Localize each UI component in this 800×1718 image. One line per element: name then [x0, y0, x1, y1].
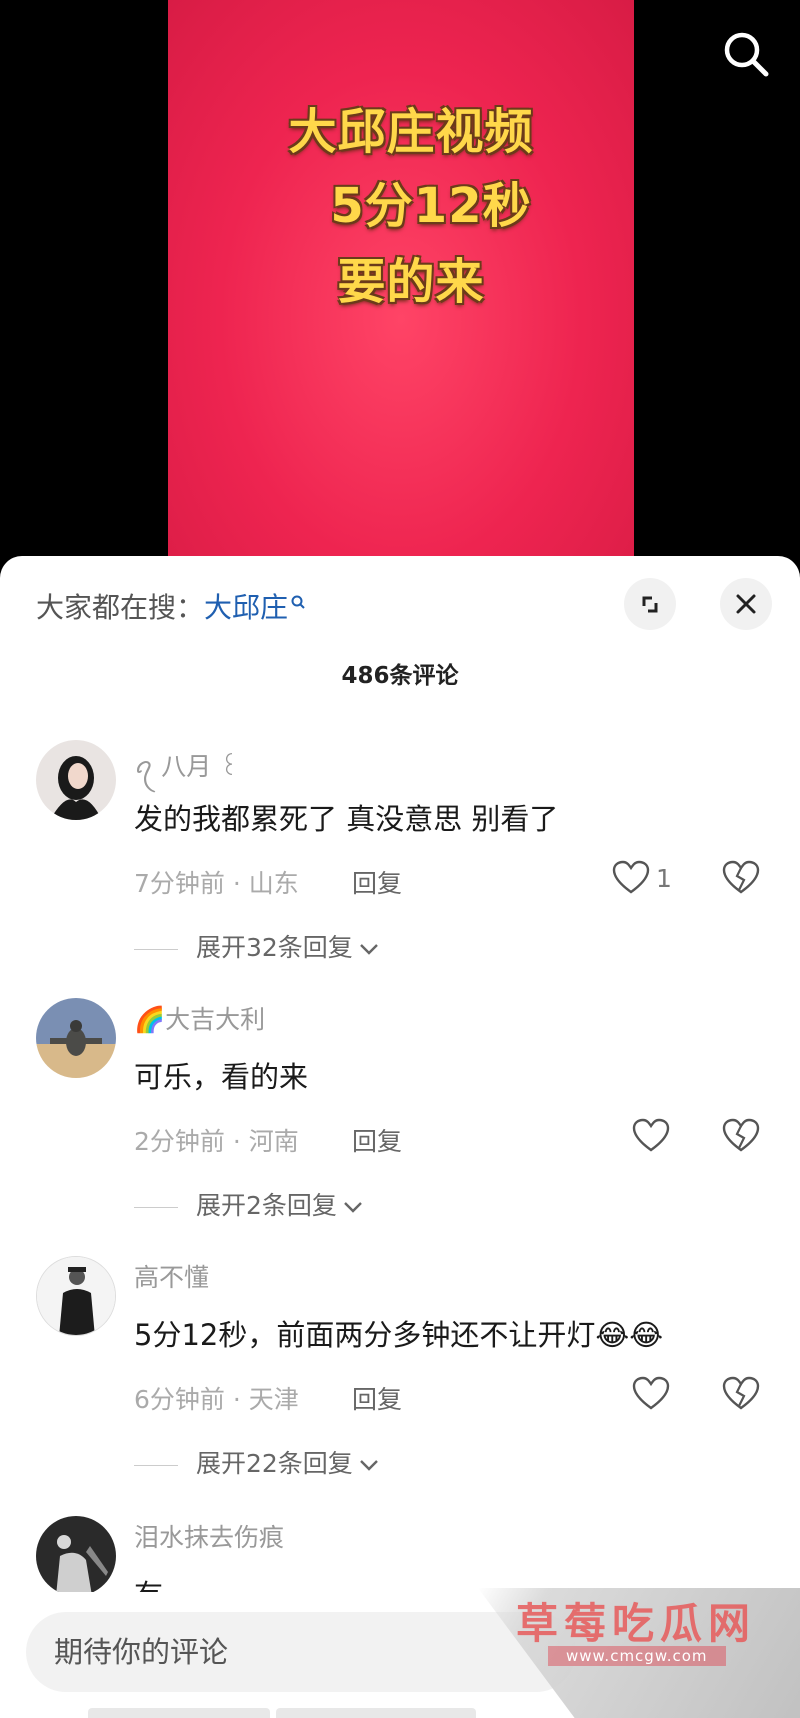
broken-heart-icon: [722, 860, 760, 894]
avatar[interactable]: [36, 1516, 116, 1592]
expand-replies-label: 展开22条回复: [196, 1449, 353, 1478]
expand-replies[interactable]: 展开22条回复: [134, 1444, 379, 1480]
heart-icon: [632, 1118, 670, 1152]
heart-icon: [612, 860, 650, 894]
expand-replies-label: 展开32条回复: [196, 933, 353, 962]
small-search-icon: [290, 586, 306, 619]
like-button[interactable]: 1: [612, 860, 702, 900]
video-player[interactable]: 大邱庄视频 5分12秒 要的来: [0, 0, 800, 580]
dislike-button[interactable]: [722, 1376, 762, 1416]
broken-heart-icon: [722, 1118, 760, 1152]
video-overlay-line-3: 要的来: [337, 254, 485, 310]
chevron-down-icon: [344, 1202, 362, 1213]
like-count: 1: [656, 864, 672, 893]
close-button[interactable]: [720, 578, 772, 630]
bottom-bar-stub: [276, 1708, 476, 1718]
dislike-button[interactable]: [722, 1118, 762, 1158]
close-icon: [736, 594, 756, 614]
comment-text: 5分12秒，前面两分多钟还不让开灯😂😂: [134, 1318, 664, 1352]
comment-input[interactable]: [54, 1612, 554, 1692]
expand-replies[interactable]: 展开2条回复: [134, 1186, 363, 1222]
comment-text: 发的我都累死了 真没意思 别看了: [134, 802, 559, 836]
watermark-url: www.cmcgw.com: [548, 1646, 726, 1666]
comment-username[interactable]: ꪖ 八月 ꒰: [134, 742, 239, 795]
watermark-title: 草莓吃瓜网: [516, 1599, 757, 1648]
video-overlay-line-1: 大邱庄视频: [288, 104, 534, 160]
reply-button[interactable]: 回复: [352, 1122, 402, 1158]
comment-text: 有: [134, 1572, 163, 1592]
comment-text: 可乐，看的来: [134, 1060, 309, 1094]
search-icon[interactable]: [720, 28, 772, 80]
list-item: 泪水抹去伤痕 有: [0, 1516, 800, 1592]
comment-meta: 6分钟前 · 天津: [134, 1385, 299, 1414]
comment-username[interactable]: 高不懂: [134, 1258, 209, 1294]
comment-meta: 7分钟前 · 山东: [134, 869, 299, 898]
chevron-down-icon: [359, 1460, 378, 1471]
dislike-button[interactable]: [722, 860, 762, 900]
bottom-bar-stub: [88, 1708, 270, 1718]
like-button[interactable]: [632, 1118, 722, 1158]
expand-replies[interactable]: 展开32条回复: [134, 928, 379, 964]
comment-username[interactable]: 🌈大吉大利: [134, 1000, 265, 1036]
hot-search-label: 大家都在搜：: [36, 591, 205, 624]
heart-icon: [632, 1376, 670, 1410]
comment-count: 486条评论: [341, 663, 459, 689]
reply-button[interactable]: 回复: [352, 1380, 402, 1416]
comment-meta: 2分钟前 · 河南: [134, 1127, 299, 1156]
expand-icon: [642, 596, 658, 613]
comment-input-container[interactable]: [26, 1612, 576, 1692]
video-frame: 大邱庄视频 5分12秒 要的来: [168, 0, 634, 580]
comment-username[interactable]: 泪水抹去伤痕: [134, 1518, 284, 1554]
expand-replies-label: 展开2条回复: [196, 1191, 337, 1220]
chevron-down-icon: [359, 944, 378, 955]
video-overlay-line-2: 5分12秒: [330, 178, 532, 234]
reply-button[interactable]: 回复: [352, 864, 402, 900]
broken-heart-icon: [722, 1376, 760, 1410]
expand-button[interactable]: [624, 578, 676, 630]
avatar[interactable]: [36, 740, 116, 820]
like-button[interactable]: [632, 1376, 722, 1416]
hot-search-row[interactable]: 大家都在搜：大邱庄: [36, 586, 306, 626]
hot-search-keyword[interactable]: 大邱庄: [204, 591, 288, 624]
avatar[interactable]: [36, 1256, 116, 1336]
avatar[interactable]: [36, 998, 116, 1078]
